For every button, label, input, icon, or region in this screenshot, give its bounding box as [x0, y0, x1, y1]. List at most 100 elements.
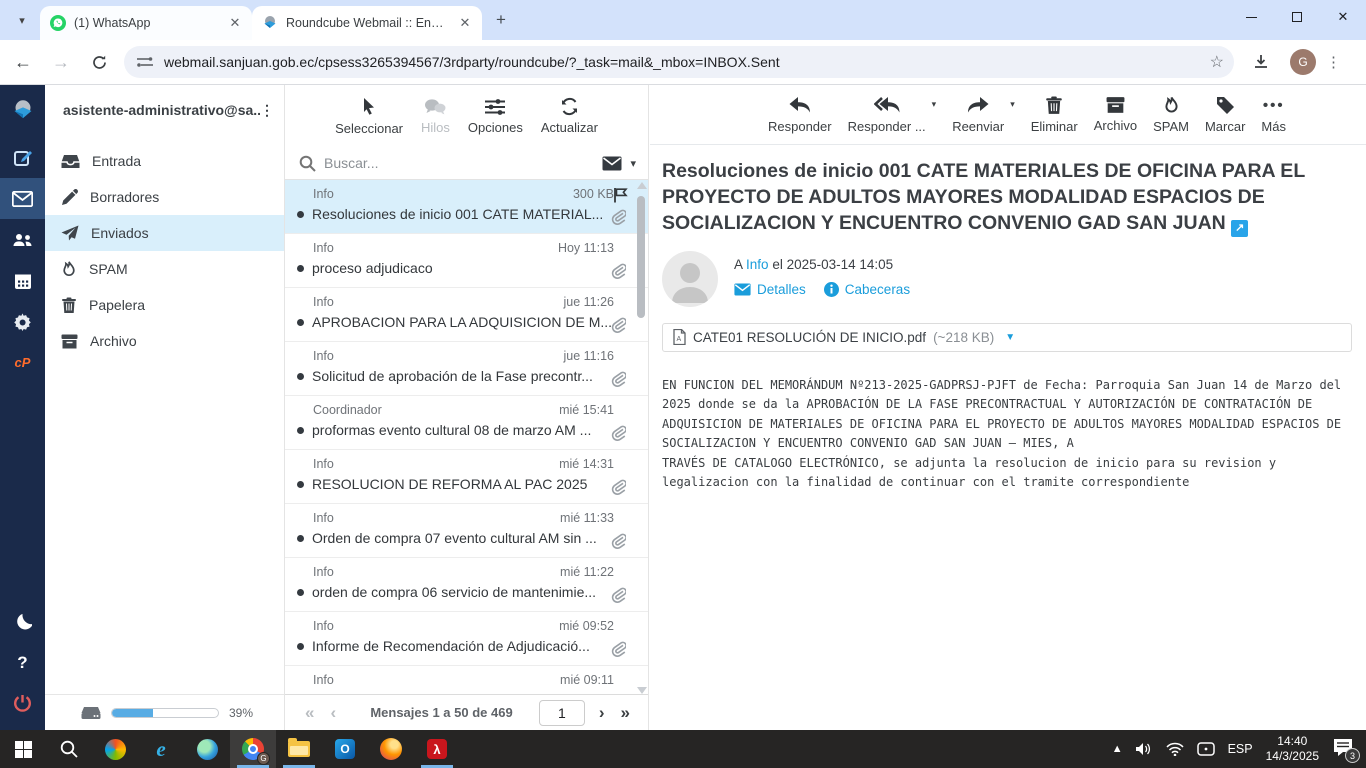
page-number-input[interactable]: 1 [539, 700, 585, 726]
delete-button[interactable]: Eliminar [1031, 96, 1078, 134]
message-row[interactable]: Info Hoy 11:13 proceso adjudicaco [285, 234, 648, 288]
taskbar-outlook[interactable]: O [322, 730, 368, 768]
search-scope-mail-icon[interactable] [602, 156, 622, 171]
message-row[interactable]: Info jue 11:16 Solicitud de aprobación d… [285, 342, 648, 396]
open-in-new-window-icon[interactable]: ↗ [1231, 220, 1248, 237]
attachment-menu-icon[interactable]: ▼ [1005, 332, 1015, 343]
reply-all-menu-icon[interactable]: ▾ [932, 99, 937, 110]
message-row[interactable]: Info jue 11:26 APROBACION PARA LA ADQUIS… [285, 288, 648, 342]
address-bar[interactable]: webmail.sanjuan.gob.ec/cpsess3265394567/… [124, 46, 1234, 78]
language-indicator[interactable]: ESP [1228, 742, 1253, 756]
browser-menu-button[interactable]: ⋮ [1326, 53, 1341, 71]
browser-profile-avatar[interactable]: G [1290, 49, 1316, 75]
folder-archivo[interactable]: Archivo [45, 323, 284, 359]
folder-borradores[interactable]: Borradores [45, 179, 284, 215]
reply-button[interactable]: Responder [768, 96, 832, 134]
message-row[interactable]: Info 300 KB Resoluciones de inicio 001 C… [285, 180, 648, 234]
taskbar-copilot[interactable] [92, 730, 138, 768]
list-scrollbar[interactable] [635, 182, 647, 694]
cpanel-link[interactable]: cP [0, 342, 45, 383]
folder-entrada[interactable]: Entrada [45, 143, 284, 179]
downloads-button[interactable] [1246, 47, 1276, 77]
volume-icon[interactable] [1136, 742, 1153, 756]
first-page-button[interactable]: « [297, 703, 322, 723]
options-button[interactable]: Opciones [468, 98, 523, 135]
dark-mode-button[interactable] [0, 601, 45, 642]
forward-menu-icon[interactable]: ▾ [1010, 99, 1015, 110]
taskbar-edge[interactable] [184, 730, 230, 768]
bookmark-star-icon[interactable]: ☆ [1210, 52, 1224, 72]
compose-button[interactable] [0, 137, 45, 178]
taskbar-firefox[interactable] [368, 730, 414, 768]
more-button[interactable]: ••• Más [1261, 96, 1286, 134]
search-options-chevron-icon[interactable]: ▾ [630, 157, 636, 170]
calendar-nav-button[interactable] [0, 260, 45, 301]
mark-button[interactable]: Marcar [1205, 96, 1245, 134]
reply-all-button[interactable]: Responder ... [848, 96, 926, 134]
prev-page-button[interactable]: ‹ [322, 703, 344, 723]
minimize-button[interactable] [1228, 0, 1274, 34]
forward-button[interactable]: Reenviar [952, 96, 1004, 134]
details-toggle[interactable]: Detalles [734, 282, 806, 297]
attachment-name[interactable]: CATE01 RESOLUCIÓN DE INICIO.pdf [693, 330, 926, 345]
account-menu-button[interactable]: ⋮ [260, 102, 274, 119]
tab-close-icon[interactable]: ✕ [226, 14, 244, 32]
message-row[interactable]: Coordinador mié 15:41 proformas evento c… [285, 396, 648, 450]
screen: ▾ (1) WhatsApp ✕ Roundcube Webmail :: En… [0, 0, 1366, 768]
restore-button[interactable] [1274, 0, 1320, 34]
mail-nav-button[interactable] [0, 178, 45, 219]
taskbar-acrobat[interactable]: λ [414, 730, 460, 768]
logout-button[interactable] [0, 683, 45, 724]
tab-whatsapp[interactable]: (1) WhatsApp ✕ [40, 6, 252, 40]
start-button[interactable] [0, 730, 46, 768]
close-button[interactable]: ✕ [1320, 0, 1366, 34]
notification-center-button[interactable]: 3 [1332, 738, 1356, 760]
message-row[interactable]: Info mié 09:52 Informe de Recomendación … [285, 612, 648, 666]
scrollbar-thumb[interactable] [637, 196, 645, 318]
folder-enviados[interactable]: Enviados [45, 215, 284, 251]
headers-toggle[interactable]: Cabeceras [824, 282, 910, 297]
settings-nav-button[interactable] [0, 301, 45, 342]
folder-papelera[interactable]: Papelera [45, 287, 284, 323]
tab-search-button[interactable]: ▾ [8, 6, 36, 34]
tray-expand-icon[interactable]: ▲ [1112, 743, 1123, 755]
contacts-nav-button[interactable] [0, 219, 45, 260]
refresh-button[interactable]: Actualizar [541, 97, 598, 135]
help-button[interactable]: ? [0, 642, 45, 683]
account-email: asistente-administrativo@sa... [63, 102, 260, 118]
flag-icon[interactable] [613, 187, 628, 203]
connect-display-icon[interactable] [1197, 742, 1215, 756]
scroll-up-icon[interactable] [637, 182, 647, 189]
archive-button[interactable]: Archivo [1094, 96, 1137, 133]
attachment-bar[interactable]: A CATE01 RESOLUCIÓN DE INICIO.pdf (~218 … [662, 323, 1352, 352]
message-row[interactable]: Info mié 11:22 orden de compra 06 servic… [285, 558, 648, 612]
reload-button[interactable] [84, 47, 114, 77]
site-settings-icon[interactable] [136, 55, 154, 69]
new-tab-button[interactable]: + [488, 7, 514, 33]
taskbar-file-explorer[interactable] [276, 730, 322, 768]
message-row[interactable]: Info mié 14:31 RESOLUCION DE REFORMA AL … [285, 450, 648, 504]
select-button[interactable]: Seleccionar [335, 97, 403, 136]
archive-icon [61, 334, 78, 349]
next-page-button[interactable]: › [591, 703, 613, 723]
reply-all-icon [874, 96, 900, 115]
recipient-link[interactable]: Info [746, 257, 769, 272]
spam-button[interactable]: SPAM [1153, 96, 1189, 134]
last-page-button[interactable]: » [613, 703, 638, 723]
tab-close-icon[interactable]: ✕ [456, 14, 474, 32]
url-text[interactable]: webmail.sanjuan.gob.ec/cpsess3265394567/… [164, 54, 1210, 70]
taskbar-search-button[interactable] [46, 730, 92, 768]
taskbar-chrome[interactable]: G [230, 730, 276, 768]
forward-button[interactable]: → [46, 47, 76, 77]
search-bar[interactable]: Buscar... ▾ [285, 147, 648, 180]
taskbar-clock[interactable]: 14:40 14/3/2025 [1266, 734, 1319, 764]
scroll-down-icon[interactable] [637, 687, 647, 694]
message-row[interactable]: Info mié 09:11 [285, 666, 648, 694]
tab-roundcube[interactable]: Roundcube Webmail :: Enviados ✕ [252, 6, 482, 40]
threads-button[interactable]: Hilos [421, 98, 450, 135]
back-button[interactable]: ← [8, 47, 38, 77]
folder-spam[interactable]: SPAM [45, 251, 284, 287]
taskbar-internet-explorer[interactable]: e [138, 730, 184, 768]
message-row[interactable]: Info mié 11:33 Orden de compra 07 evento… [285, 504, 648, 558]
wifi-icon[interactable] [1166, 742, 1184, 756]
